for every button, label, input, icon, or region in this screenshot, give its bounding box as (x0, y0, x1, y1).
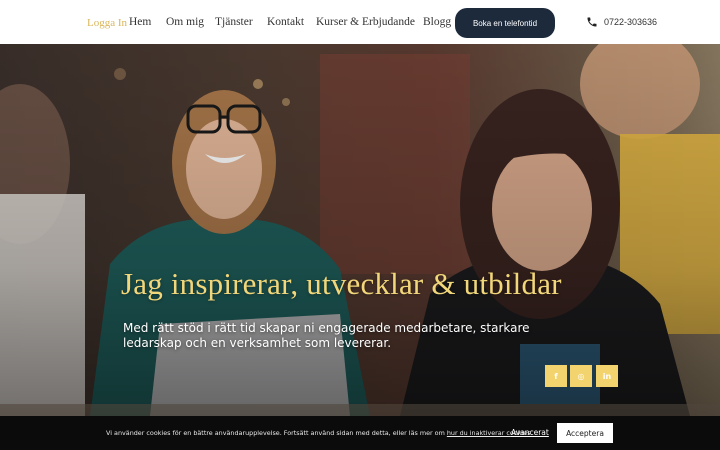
cookie-text-before: Vi använder cookies för en bättre använd… (106, 429, 447, 437)
linkedin-icon[interactable]: in (596, 365, 618, 387)
navbar: Logga In Hem Om mig Tjänster Kontakt Kur… (0, 0, 720, 44)
nav-link-kontakt[interactable]: Kontakt (267, 16, 304, 28)
facebook-icon[interactable]: f (545, 365, 567, 387)
phone-number-link[interactable]: 0722-303636 (604, 17, 657, 27)
cookie-advanced-link[interactable]: Avancerat (511, 428, 549, 437)
accept-cookies-button[interactable]: Acceptera (557, 423, 613, 443)
cookie-message: Vi använder cookies för en bättre använd… (106, 429, 533, 437)
nav-link-blogg[interactable]: Blogg (423, 16, 451, 28)
nav-link-tjanster[interactable]: Tjänster (215, 16, 253, 28)
login-link[interactable]: Logga In (87, 17, 127, 29)
nav-link-om-mig[interactable]: Om mig (166, 16, 204, 28)
nav-link-hem[interactable]: Hem (129, 16, 151, 28)
hero-heading: Jag inspirerar, utvecklar & utbildar (121, 266, 562, 301)
hero-section: Jag inspirerar, utvecklar & utbildar Med… (0, 44, 720, 416)
book-call-button[interactable]: Boka en telefontid (455, 8, 555, 38)
nav-link-kurser[interactable]: Kurser & Erbjudande (316, 16, 415, 28)
hero-subtext: Med rätt stöd i rätt tid skapar ni engag… (123, 321, 530, 350)
instagram-icon[interactable]: ◎ (570, 365, 592, 387)
phone-icon (587, 17, 597, 27)
hero-photo (0, 44, 720, 416)
